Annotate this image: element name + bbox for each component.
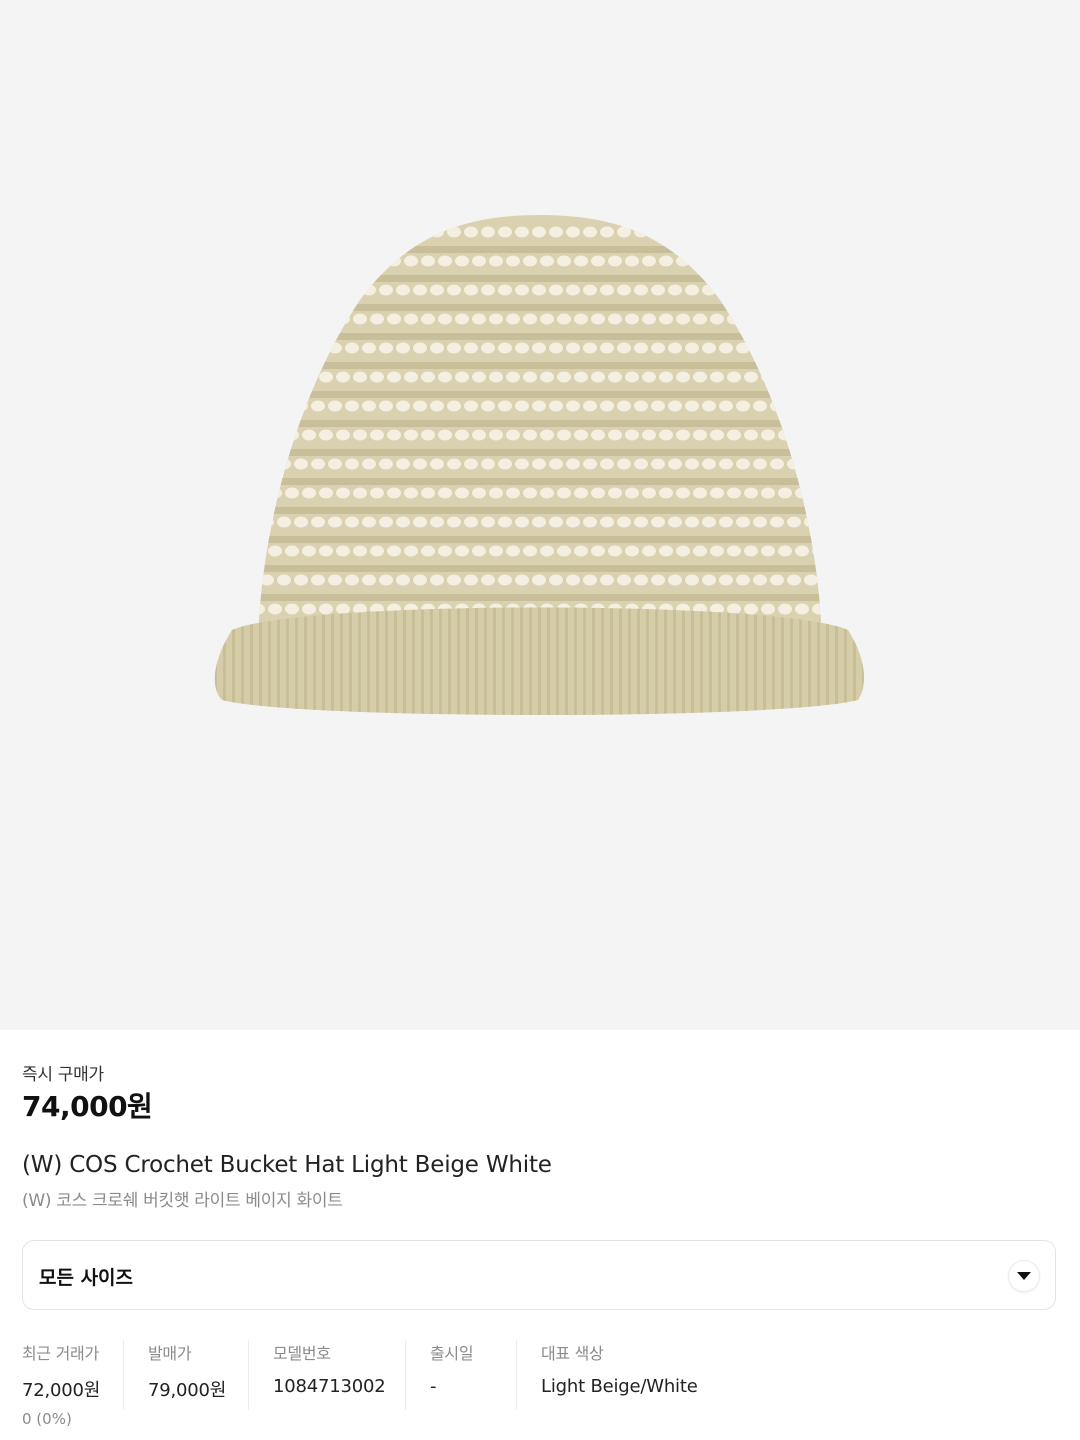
detail-label: 대표 색상 [541,1344,604,1363]
divider [516,1340,517,1410]
crochet-bucket-hat-image [214,215,864,715]
detail-release-date: 출시일 - [430,1340,474,1410]
buy-now-label: 즉시 구매가 [22,1065,104,1085]
detail-value: 1084713002 [273,1376,386,1397]
product-title-en: (W) COS Crochet Bucket Hat Light Beige W… [22,1152,552,1178]
divider [248,1340,249,1410]
divider [405,1340,406,1410]
detail-label: 발매가 [148,1344,192,1363]
divider [123,1340,124,1410]
detail-value: - [430,1376,437,1397]
detail-value: Light Beige/White [541,1376,698,1397]
detail-label: 출시일 [430,1344,474,1363]
detail-label: 모델번호 [273,1344,331,1363]
price-change: 0 (0%) [22,1410,72,1428]
detail-model-number: 모델번호 1084713002 [273,1340,386,1410]
size-selector-label: 모든 사이즈 [39,1267,134,1289]
product-image-area[interactable] [0,0,1080,1030]
detail-main-color: 대표 색상 Light Beige/White [541,1340,698,1410]
product-title-ko: (W) 코스 크로쉐 버킷햇 라이트 베이지 화이트 [22,1191,343,1211]
detail-value: 79,000원 [148,1380,227,1401]
size-selector[interactable]: 모든 사이즈 [22,1240,1056,1310]
chevron-down-icon[interactable] [1009,1261,1039,1291]
detail-label: 최근 거래가 [22,1344,99,1363]
detail-value: 72,000원 [22,1380,101,1401]
buy-now-price: 74,000원 [22,1090,153,1123]
product-details: 최근 거래가 72,000원 0 (0%) 발매가 79,000원 모델번호 1… [22,1330,1058,1428]
detail-release-price: 발매가 79,000원 [148,1340,226,1410]
detail-recent-trade: 최근 거래가 72,000원 0 (0%) [22,1340,101,1428]
